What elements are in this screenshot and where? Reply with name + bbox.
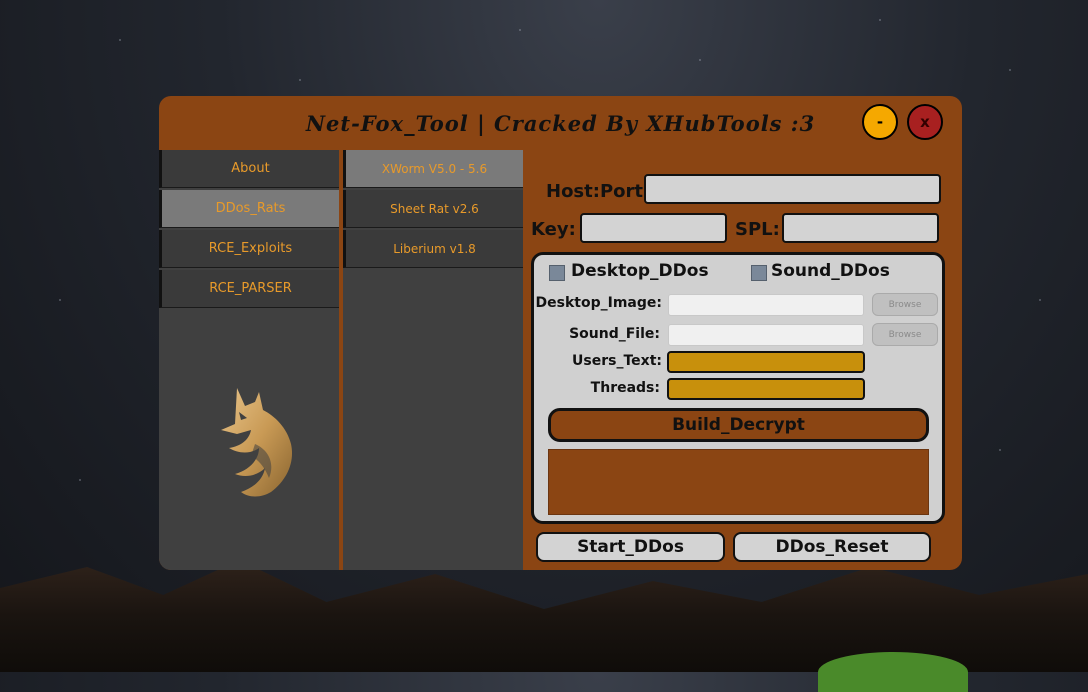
key-field[interactable]	[580, 213, 727, 243]
key-label: Key:	[531, 219, 576, 240]
close-button[interactable]: x	[907, 104, 943, 140]
spl-field[interactable]	[782, 213, 939, 243]
desktop-ddos-label: Desktop_DDos	[571, 261, 709, 281]
start-ddos-button[interactable]: Start_DDos	[536, 532, 725, 562]
minimize-button[interactable]: -	[862, 104, 898, 140]
subnav-item-sheet-rat[interactable]: Sheet Rat v2.6	[343, 190, 523, 228]
subnav-item-liberium[interactable]: Liberium v1.8	[343, 230, 523, 268]
sidebar-item-rce-parser[interactable]: RCE_PARSER	[159, 270, 339, 308]
sound-file-browse-button[interactable]: Browse	[872, 323, 938, 346]
desktop-image-label: Desktop_Image:	[535, 295, 662, 311]
app-window: Net-Fox_Tool | Cracked By XHubTools :3 -…	[159, 96, 962, 570]
users-text-label: Users_Text:	[572, 353, 662, 369]
threads-label: Threads:	[590, 380, 660, 396]
ddos-reset-button[interactable]: DDos_Reset	[733, 532, 931, 562]
build-decrypt-button[interactable]: Build_Decrypt	[548, 408, 929, 442]
background-hill	[818, 652, 968, 692]
sidebar-item-ddos-rats[interactable]: DDos_Rats	[159, 190, 339, 228]
sound-file-label: Sound_File:	[569, 326, 660, 342]
window-title: Net-Fox_Tool | Cracked By XHubTools :3	[305, 110, 816, 136]
sidebar-item-about[interactable]: About	[159, 150, 339, 188]
users-text-field[interactable]	[667, 351, 865, 373]
sidebar: About DDos_Rats RCE_Exploits RCE_PARSER	[159, 150, 339, 570]
sound-file-field[interactable]	[668, 324, 864, 346]
subnav: XWorm V5.0 - 5.6 Sheet Rat v2.6 Liberium…	[343, 150, 523, 570]
ddos-options-panel: Desktop_DDos Sound_DDos Desktop_Image: B…	[531, 252, 945, 524]
subnav-item-xworm[interactable]: XWorm V5.0 - 5.6	[343, 150, 523, 188]
desktop-ddos-checkbox[interactable]	[549, 265, 565, 281]
sound-ddos-label: Sound_DDos	[771, 261, 890, 281]
spl-label: SPL:	[735, 219, 780, 240]
sound-ddos-checkbox[interactable]	[751, 265, 767, 281]
sidebar-item-rce-exploits[interactable]: RCE_Exploits	[159, 230, 339, 268]
desktop-image-browse-button[interactable]: Browse	[872, 293, 938, 316]
host-port-label: Host:Port	[546, 181, 643, 202]
fox-logo-icon	[221, 388, 293, 497]
desktop-image-field[interactable]	[668, 294, 864, 316]
threads-field[interactable]	[667, 378, 865, 400]
host-port-field[interactable]	[644, 174, 941, 204]
output-area	[548, 449, 929, 515]
